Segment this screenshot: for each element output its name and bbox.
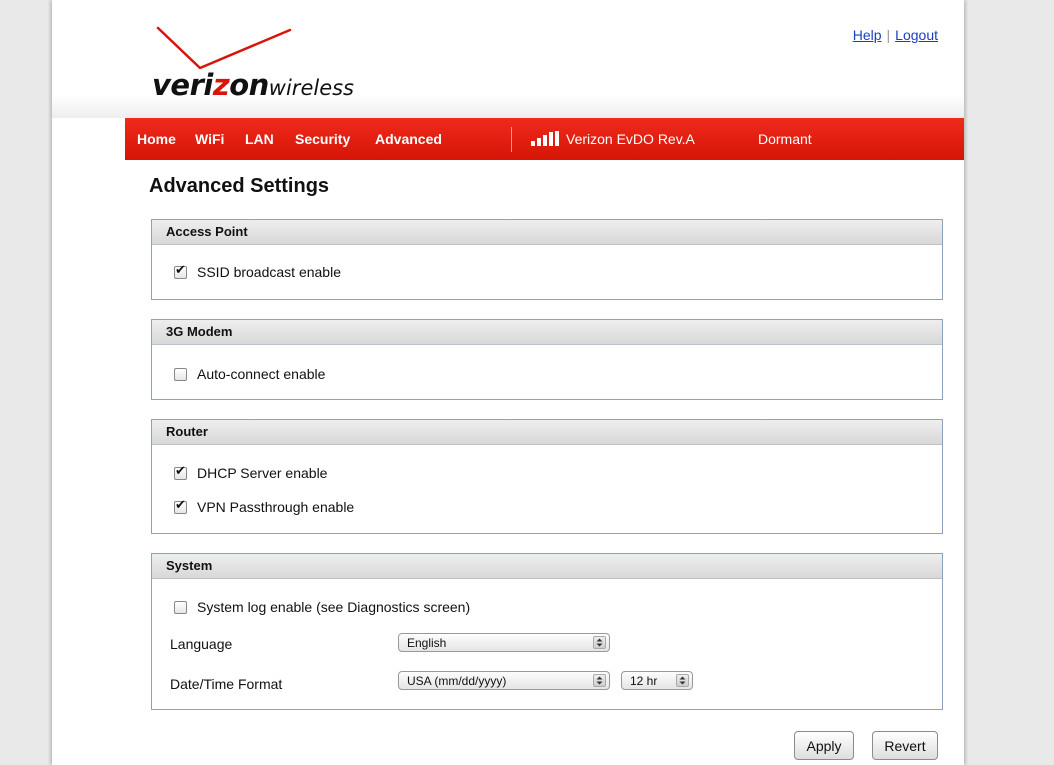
system-log-checkbox[interactable]: [174, 600, 187, 614]
section-3g-modem: 3G Modem Auto-connect enable: [151, 319, 943, 400]
dhcp-server-row[interactable]: ✔ DHCP Server enable: [174, 465, 327, 481]
section-system: System System log enable (see Diagnostic…: [151, 553, 943, 710]
nav-item-security[interactable]: Security: [295, 131, 350, 147]
vpn-passthrough-row[interactable]: ✔ VPN Passthrough enable: [174, 499, 354, 515]
ssid-broadcast-row[interactable]: ✔ SSID broadcast enable: [174, 264, 341, 280]
apply-button[interactable]: Apply: [794, 731, 854, 760]
nav-bar: Home WiFi LAN Security Advanced Verizon …: [125, 118, 964, 160]
connection-status: Dormant: [758, 131, 812, 147]
dhcp-server-label: DHCP Server enable: [197, 465, 328, 481]
section-header-access-point: Access Point: [152, 220, 942, 245]
logo-word-wireless: wireless: [268, 76, 354, 100]
dhcp-server-checkbox[interactable]: ✔: [174, 463, 187, 480]
language-label: Language: [170, 636, 233, 652]
link-separator: |: [886, 27, 891, 43]
ssid-broadcast-checkbox[interactable]: ✔: [174, 262, 187, 279]
checkmark-icon: ✔: [175, 262, 186, 278]
date-format-select[interactable]: USA (mm/dd/yyyy): [398, 671, 610, 690]
language-select-value: English: [407, 636, 447, 650]
time-format-select-value: 12 hr: [630, 674, 658, 688]
nav-item-home[interactable]: Home: [137, 131, 176, 147]
auto-connect-checkbox[interactable]: [174, 367, 187, 381]
language-select[interactable]: English: [398, 633, 610, 652]
auto-connect-label: Auto-connect enable: [197, 366, 326, 382]
nav-item-wifi[interactable]: WiFi: [195, 131, 224, 147]
logo-word-on: on: [229, 68, 269, 102]
verizon-logo: verizonwireless: [150, 24, 390, 104]
datetime-format-label: Date/Time Format: [170, 676, 283, 692]
signal-bars-icon: [531, 131, 559, 146]
page: verizonwireless Help | Logout Home WiFi LA…: [52, 0, 964, 765]
page-title: Advanced Settings: [149, 175, 330, 197]
logo-word-z: z: [212, 68, 230, 102]
vpn-passthrough-checkbox[interactable]: ✔: [174, 497, 187, 514]
date-format-select-value: USA (mm/dd/yyyy): [407, 674, 507, 688]
help-link[interactable]: Help: [853, 27, 882, 43]
logo-check-mark-icon: [156, 26, 292, 70]
vpn-passthrough-label: VPN Passthrough enable: [197, 499, 355, 515]
section-header-3g-modem: 3G Modem: [152, 320, 942, 345]
system-log-label: System log enable (see Diagnostics scree…: [197, 599, 471, 615]
time-format-select[interactable]: 12 hr: [621, 671, 693, 690]
section-router: Router ✔ DHCP Server enable ✔ VPN Passth…: [151, 419, 943, 534]
select-arrows-icon: [593, 636, 606, 649]
nav-item-advanced[interactable]: Advanced: [375, 131, 442, 147]
logout-link[interactable]: Logout: [895, 27, 938, 43]
select-arrows-icon: [676, 674, 689, 687]
logo-word-veri: veri: [152, 68, 213, 102]
checkmark-icon: ✔: [175, 497, 186, 513]
revert-button[interactable]: Revert: [872, 731, 938, 760]
section-header-router: Router: [152, 420, 942, 445]
system-log-row[interactable]: System log enable (see Diagnostics scree…: [174, 599, 470, 615]
section-header-system: System: [152, 554, 942, 579]
carrier-status: Verizon EvDO Rev.A: [566, 131, 695, 147]
nav-item-lan[interactable]: LAN: [245, 131, 274, 147]
top-links: Help | Logout: [853, 27, 938, 43]
checkmark-icon: ✔: [175, 463, 186, 479]
header: verizonwireless Help | Logout: [52, 0, 964, 118]
select-arrows-icon: [593, 674, 606, 687]
auto-connect-row[interactable]: Auto-connect enable: [174, 366, 325, 382]
logo-text: verizonwireless: [152, 68, 354, 102]
ssid-broadcast-label: SSID broadcast enable: [197, 264, 341, 280]
nav-divider: [511, 127, 512, 152]
section-access-point: Access Point ✔ SSID broadcast enable: [151, 219, 943, 300]
